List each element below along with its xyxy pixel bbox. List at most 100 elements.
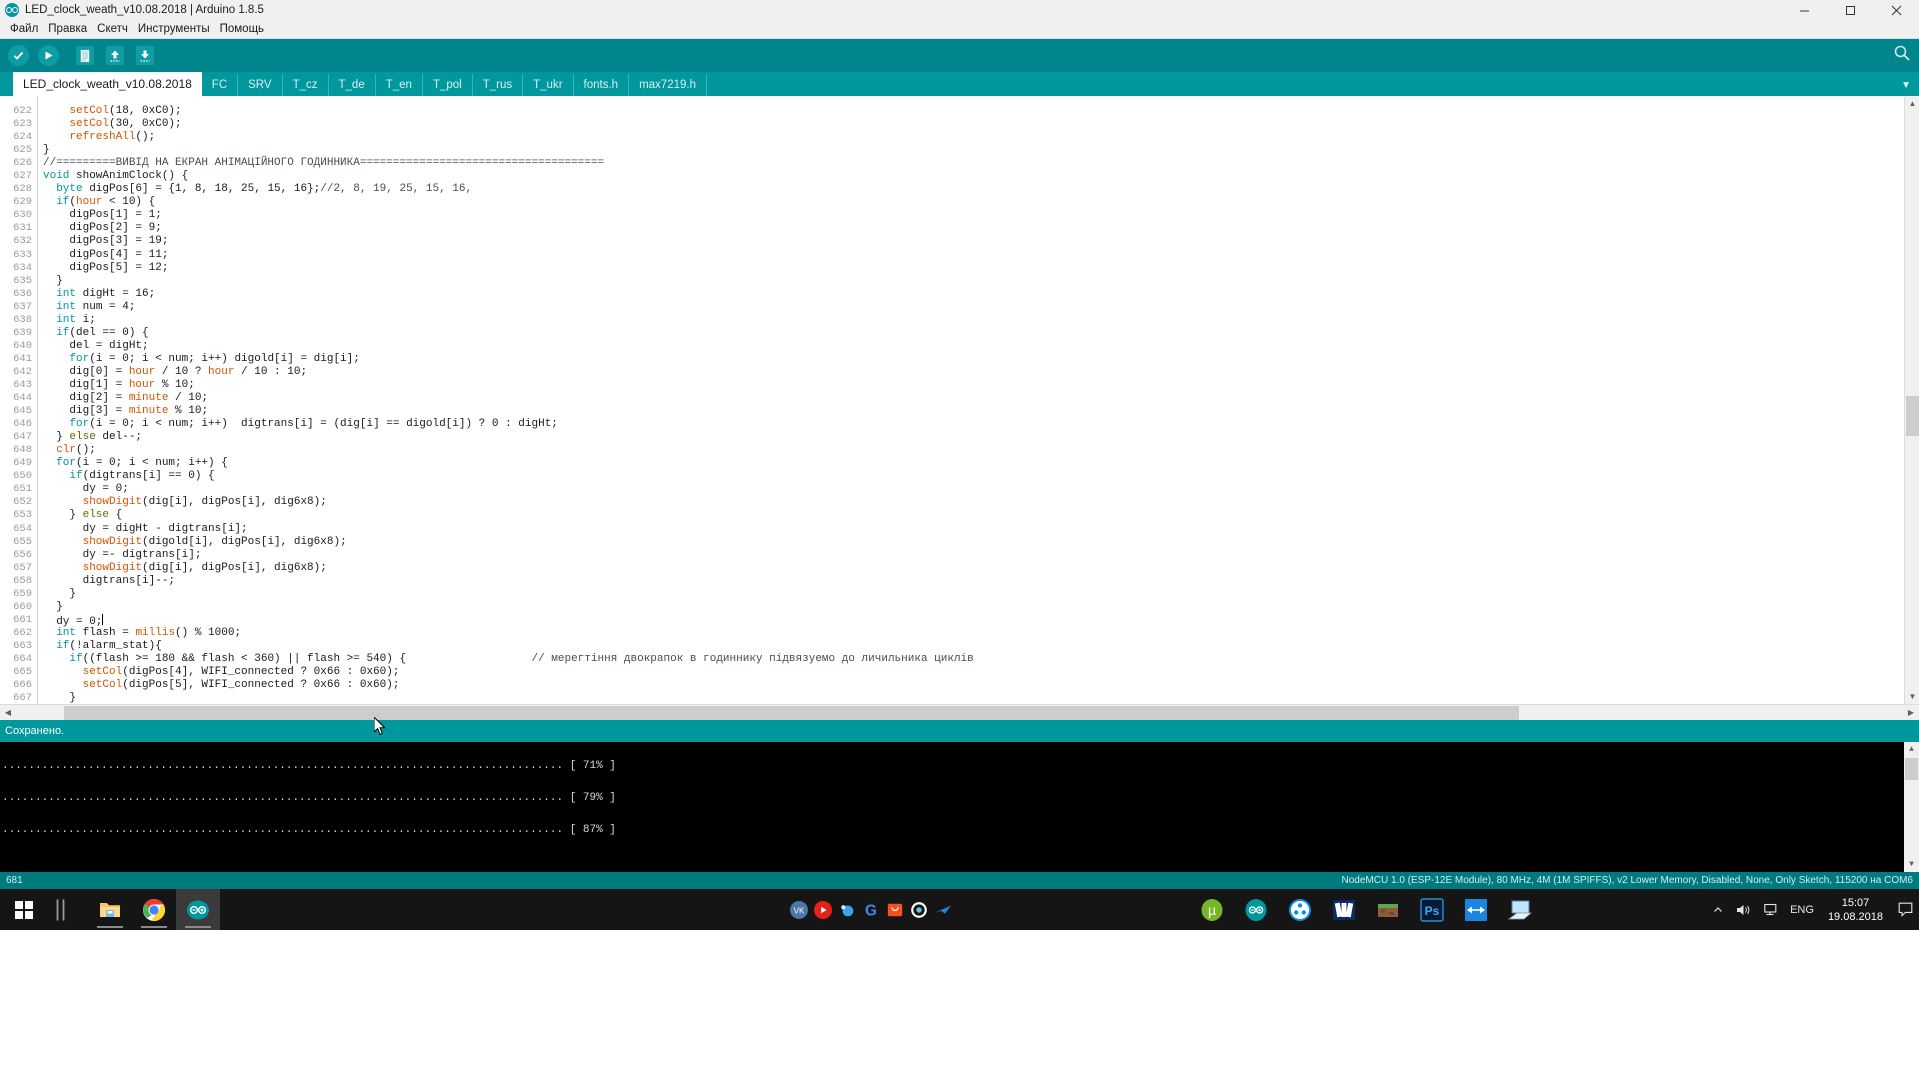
code-line[interactable]: } <box>43 144 1904 157</box>
code-line[interactable]: for(i = 0; i < num; i++) { <box>43 457 1904 470</box>
console-output[interactable]: ........................................… <box>0 742 1919 872</box>
save-sketch-button[interactable] <box>131 42 159 70</box>
console-vertical-scrollbar[interactable]: ▲ ▼ <box>1904 742 1919 872</box>
upload-button[interactable] <box>34 42 62 70</box>
taskbar-arduino[interactable] <box>1234 889 1278 930</box>
code-line[interactable]: int digHt = 16; <box>43 288 1904 301</box>
editor-horizontal-scrollbar[interactable]: ◀ ▶ <box>0 704 1919 720</box>
code-editor[interactable]: 622 623 624 625 626 627 628 629 630 631 632 633 634 6… <box>0 96 1919 704</box>
code-line[interactable]: showDigit(digold[i], digPos[i], dig6x8); <box>43 536 1904 549</box>
taskbar-arduino-ide[interactable] <box>176 889 220 930</box>
youtube-icon[interactable] <box>814 900 832 919</box>
gear-icon[interactable] <box>910 901 928 919</box>
chevron-up-icon[interactable] <box>1706 904 1730 916</box>
code-line[interactable]: int i; <box>43 314 1904 327</box>
taskbar-photoshop[interactable]: Ps <box>1410 889 1454 930</box>
blue-dot-icon[interactable] <box>838 901 856 919</box>
code-line[interactable]: digPos[3] = 19; <box>43 235 1904 248</box>
code-line[interactable]: for(i = 0; i < num; i++) digtrans[i] = (… <box>43 418 1904 431</box>
console-scroll-thumb[interactable] <box>1905 758 1918 780</box>
code-line[interactable]: digPos[2] = 9; <box>43 222 1904 235</box>
maximize-button[interactable] <box>1827 0 1873 20</box>
code-line[interactable]: } else { <box>43 509 1904 522</box>
orange-bag-icon[interactable] <box>886 901 904 919</box>
code-line[interactable]: for(i = 0; i < num; i++) digold[i] = dig… <box>43 353 1904 366</box>
code-line[interactable]: } <box>43 275 1904 288</box>
tab-t-en[interactable]: T_en <box>376 74 423 96</box>
serial-monitor-button[interactable] <box>1891 45 1913 67</box>
code-line[interactable]: } <box>43 601 1904 614</box>
code-line[interactable]: dig[0] = hour / 10 ? hour / 10 : 10; <box>43 366 1904 379</box>
code-line[interactable]: byte digPos[6] = {1, 8, 18, 25, 15, 16};… <box>43 183 1904 196</box>
tab-t-de[interactable]: T_de <box>329 74 376 96</box>
close-button[interactable] <box>1873 0 1919 20</box>
code-line[interactable]: dy =- digtrans[i]; <box>43 549 1904 562</box>
code-line[interactable]: } <box>43 692 1904 704</box>
menu-edit[interactable]: Правка <box>43 22 92 36</box>
tab-t-pol[interactable]: T_pol <box>423 74 473 96</box>
editor-vscroll-thumb[interactable] <box>1906 396 1919 436</box>
tab-t-ukr[interactable]: T_ukr <box>523 74 574 96</box>
taskbar-remote-desktop[interactable] <box>1498 889 1542 930</box>
code-line[interactable]: digtrans[i]--; <box>43 575 1904 588</box>
code-line[interactable]: refreshAll(); <box>43 131 1904 144</box>
code-line[interactable]: dig[3] = minute % 10; <box>43 405 1904 418</box>
vk-icon[interactable]: VK <box>790 900 808 919</box>
action-center-button[interactable] <box>1891 889 1919 930</box>
menu-tools[interactable]: Инструменты <box>133 22 215 36</box>
console-scroll-down-icon[interactable]: ▼ <box>1904 857 1919 872</box>
code-line[interactable]: dy = 0; <box>43 613 1904 628</box>
start-button[interactable] <box>0 889 48 930</box>
code-line[interactable]: dy = digHt - digtrans[i]; <box>43 523 1904 536</box>
taskbar-teamviewer[interactable] <box>1278 889 1322 930</box>
code-line[interactable]: } <box>43 588 1904 601</box>
code-line[interactable]: void showAnimClock() { <box>43 170 1904 183</box>
monitor-icon[interactable] <box>1758 903 1784 916</box>
code-line[interactable]: int flash = millis() % 1000; <box>43 627 1904 640</box>
tab-fonts-h[interactable]: fonts.h <box>574 74 630 96</box>
google-icon[interactable]: G <box>862 901 880 919</box>
code-line[interactable]: } else del--; <box>43 431 1904 444</box>
code-line[interactable]: showDigit(dig[i], digPos[i], dig6x8); <box>43 496 1904 509</box>
code-line[interactable]: digPos[4] = 11; <box>43 249 1904 262</box>
open-sketch-button[interactable] <box>101 42 129 70</box>
menu-help[interactable]: Помощь <box>215 22 269 36</box>
code-line[interactable]: //=========ВИВІД НА ЕКРАН АНІМАЦІЙНОГО Г… <box>43 157 1904 170</box>
tab-led-clock-weath[interactable]: LED_clock_weath_v10.08.2018 <box>13 72 202 96</box>
code-line[interactable]: dig[2] = minute / 10; <box>43 392 1904 405</box>
clock[interactable]: 15:07 19.08.2018 <box>1820 896 1891 924</box>
code-line[interactable]: setCol(18, 0xC0); <box>43 105 1904 118</box>
scroll-left-arrow-icon[interactable]: ◀ <box>0 705 16 721</box>
code-line[interactable]: showDigit(dig[i], digPos[i], dig6x8); <box>43 562 1904 575</box>
speaker-icon[interactable] <box>1730 903 1758 917</box>
taskbar-minecraft[interactable] <box>1366 889 1410 930</box>
language-indicator[interactable]: ENG <box>1784 904 1820 916</box>
code-line[interactable]: setCol(digPos[5], WIFI_connected ? 0x66 … <box>43 679 1904 692</box>
code-line[interactable]: setCol(30, 0xC0); <box>43 118 1904 131</box>
code-line[interactable]: setCol(digPos[4], WIFI_connected ? 0x66 … <box>43 666 1904 679</box>
code-line[interactable]: if(del == 0) { <box>43 327 1904 340</box>
new-sketch-button[interactable] <box>71 42 99 70</box>
taskbar-file-explorer[interactable] <box>88 889 132 930</box>
tab-srv[interactable]: SRV <box>238 74 283 96</box>
tab-max7219-h[interactable]: max7219.h <box>629 74 707 96</box>
console-scroll-up-icon[interactable]: ▲ <box>1904 742 1919 757</box>
task-view-button[interactable] <box>48 889 76 930</box>
taskbar-chrome[interactable] <box>132 889 176 930</box>
code-line[interactable]: digPos[1] = 1; <box>43 209 1904 222</box>
editor-vertical-scrollbar[interactable]: ▲ ▼ <box>1904 96 1919 704</box>
tab-t-rus[interactable]: T_rus <box>473 74 524 96</box>
scroll-up-arrow-icon[interactable]: ▲ <box>1905 96 1919 111</box>
code-line[interactable]: int num = 4; <box>43 301 1904 314</box>
scroll-down-arrow-icon[interactable]: ▼ <box>1905 689 1919 704</box>
verify-button[interactable] <box>4 42 32 70</box>
tab-fc[interactable]: FC <box>202 74 239 96</box>
code-line[interactable]: dy = 0; <box>43 483 1904 496</box>
taskbar-bluestacks[interactable] <box>1454 889 1498 930</box>
code-line[interactable]: if((flash >= 180 && flash < 360) || flas… <box>43 653 1904 666</box>
minimize-button[interactable] <box>1781 0 1827 20</box>
code-line[interactable]: if(!alarm_stat){ <box>43 640 1904 653</box>
chevron-down-icon[interactable]: ▼ <box>1901 80 1911 91</box>
code-line[interactable]: clr(); <box>43 444 1904 457</box>
menu-sketch[interactable]: Скетч <box>92 22 133 36</box>
